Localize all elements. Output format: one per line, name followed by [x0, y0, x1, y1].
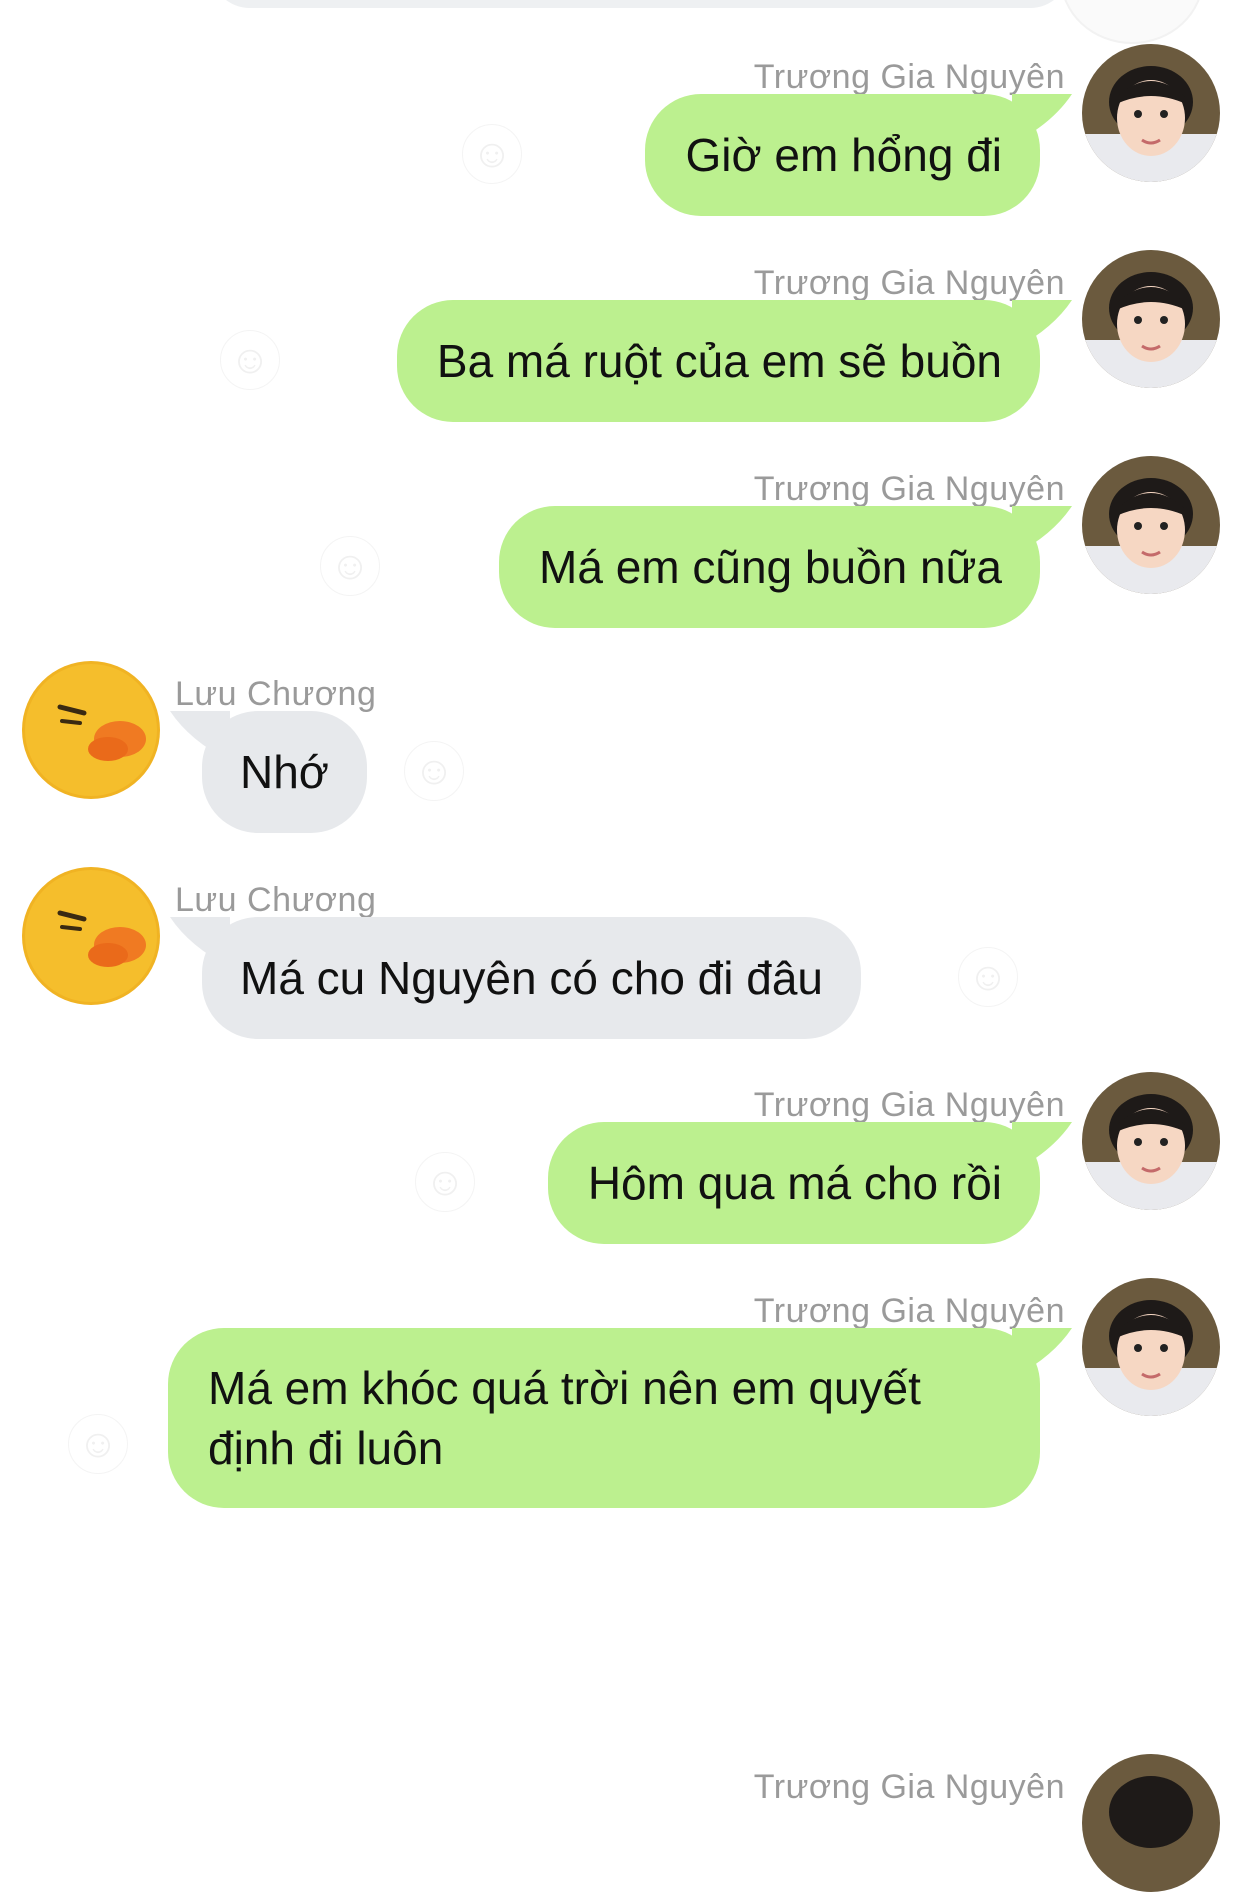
- sender-name[interactable]: Trương Gia Nguyên: [754, 264, 1065, 303]
- sender-name[interactable]: Trương Gia Nguyên: [754, 470, 1065, 509]
- duck-avatar[interactable]: [22, 867, 160, 1005]
- boy-photo-avatar[interactable]: [1082, 456, 1220, 594]
- boy-photo-avatar[interactable]: [1082, 1278, 1220, 1416]
- message-bubble[interactable]: Giờ em hổng đi: [645, 94, 1040, 216]
- duck-avatar[interactable]: [22, 661, 160, 799]
- previous-message-bubble[interactable]: [210, 0, 1070, 8]
- smiley-add-icon[interactable]: ☺: [958, 947, 1018, 1007]
- sender-name[interactable]: Trương Gia Nguyên: [754, 1768, 1065, 1807]
- boy-photo-avatar[interactable]: [1082, 250, 1220, 388]
- smiley-add-icon[interactable]: ☺: [404, 741, 464, 801]
- smiley-add-icon[interactable]: ☺: [68, 1414, 128, 1474]
- message-bubble[interactable]: Má cu Nguyên có cho đi đâu: [202, 917, 862, 1039]
- smiley-add-icon[interactable]: ☺: [220, 330, 280, 390]
- message-bubble[interactable]: Má em cũng buồn nữa: [499, 506, 1040, 628]
- boy-photo-avatar[interactable]: [1082, 1072, 1220, 1210]
- smiley-add-icon[interactable]: ☺: [320, 536, 380, 596]
- sender-name[interactable]: Lưu Chương: [175, 881, 376, 920]
- boy-photo-avatar[interactable]: [1082, 1754, 1220, 1892]
- message-bubble[interactable]: Nhớ: [202, 711, 367, 833]
- message-bubble[interactable]: Hôm qua má cho rồi: [547, 1122, 1040, 1244]
- sender-name[interactable]: Trương Gia Nguyên: [754, 58, 1065, 97]
- chat-view[interactable]: Trương Gia Nguyên ☺ Giờ em hổng đi Trươn…: [0, 0, 1242, 1892]
- message-bubble[interactable]: Má em khóc quá trời nên em quyết định đi…: [168, 1328, 1040, 1508]
- sender-name[interactable]: Trương Gia Nguyên: [754, 1086, 1065, 1125]
- sender-name[interactable]: Trương Gia Nguyên: [754, 1292, 1065, 1331]
- smiley-add-icon[interactable]: ☺: [462, 124, 522, 184]
- sender-name[interactable]: Lưu Chương: [175, 675, 376, 714]
- smiley-add-icon[interactable]: ☺: [415, 1152, 475, 1212]
- boy-photo-avatar[interactable]: [1082, 44, 1220, 182]
- message-bubble[interactable]: Ba má ruột của em sẽ buồn: [396, 300, 1040, 422]
- previous-avatar[interactable]: [1060, 0, 1204, 44]
